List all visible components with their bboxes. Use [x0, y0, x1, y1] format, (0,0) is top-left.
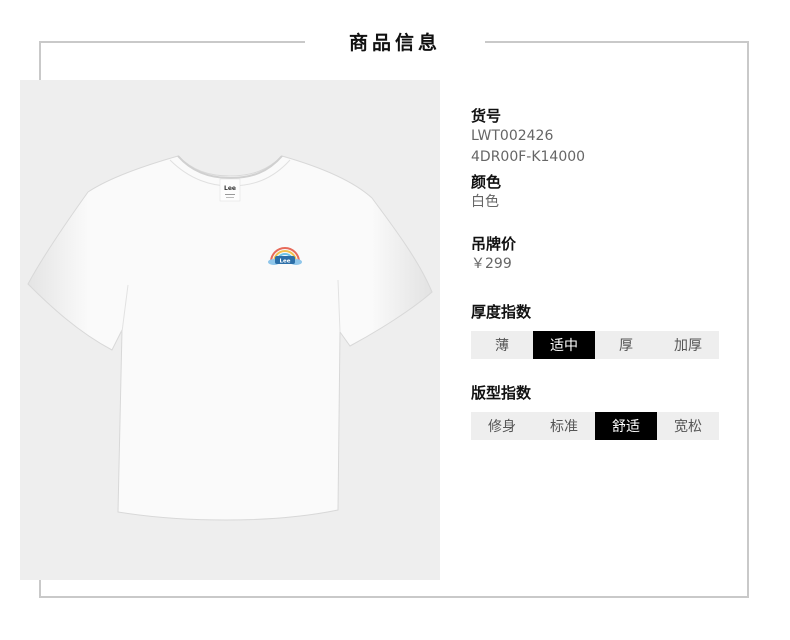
- svg-text:Lee: Lee: [280, 259, 291, 265]
- svg-text:Lee: Lee: [224, 185, 236, 192]
- sku-label: 货号: [471, 107, 502, 125]
- thickness-label: 厚度指数: [471, 303, 532, 321]
- thickness-option-medium: 适中: [533, 331, 595, 359]
- fit-scale: 修身 标准 舒适 宽松: [471, 412, 719, 440]
- thickness-option-thin: 薄: [495, 338, 509, 354]
- fit-option-slim: 修身: [488, 419, 516, 435]
- fit-option-comfort: 舒适: [595, 412, 657, 440]
- sku-line-1: LWT002426: [471, 128, 554, 144]
- section-header: 商品信息: [305, 26, 485, 56]
- price-value: ￥299: [471, 256, 512, 272]
- section-title: 商品信息: [348, 31, 441, 54]
- thickness-scale: 薄 适中 厚 加厚: [471, 331, 719, 359]
- thickness-option-thick: 厚: [619, 338, 633, 354]
- tshirt-illustration: Lee Lee: [27, 155, 433, 521]
- fit-option-regular: 标准: [550, 419, 578, 435]
- thickness-option-extra-thick: 加厚: [674, 338, 702, 354]
- color-value: 白色: [471, 194, 499, 210]
- fit-group: 版型指数 修身 标准 舒适 宽松: [471, 383, 719, 440]
- sku-line-2: 4DR00F-K14000: [471, 149, 586, 165]
- fit-option-loose: 宽松: [674, 419, 702, 435]
- product-image: Lee Lee: [20, 80, 440, 580]
- sku-group: 货号 LWT002426 4DR00F-K14000: [471, 106, 585, 168]
- color-label: 颜色: [471, 173, 502, 191]
- price-label: 吊牌价: [471, 235, 517, 253]
- price-group: 吊牌价 ￥299: [471, 234, 516, 275]
- neck-label-icon: Lee: [219, 178, 241, 202]
- fit-label: 版型指数: [471, 384, 532, 402]
- color-group: 颜色 白色: [471, 172, 501, 213]
- thickness-group: 厚度指数 薄 适中 厚 加厚: [471, 302, 719, 359]
